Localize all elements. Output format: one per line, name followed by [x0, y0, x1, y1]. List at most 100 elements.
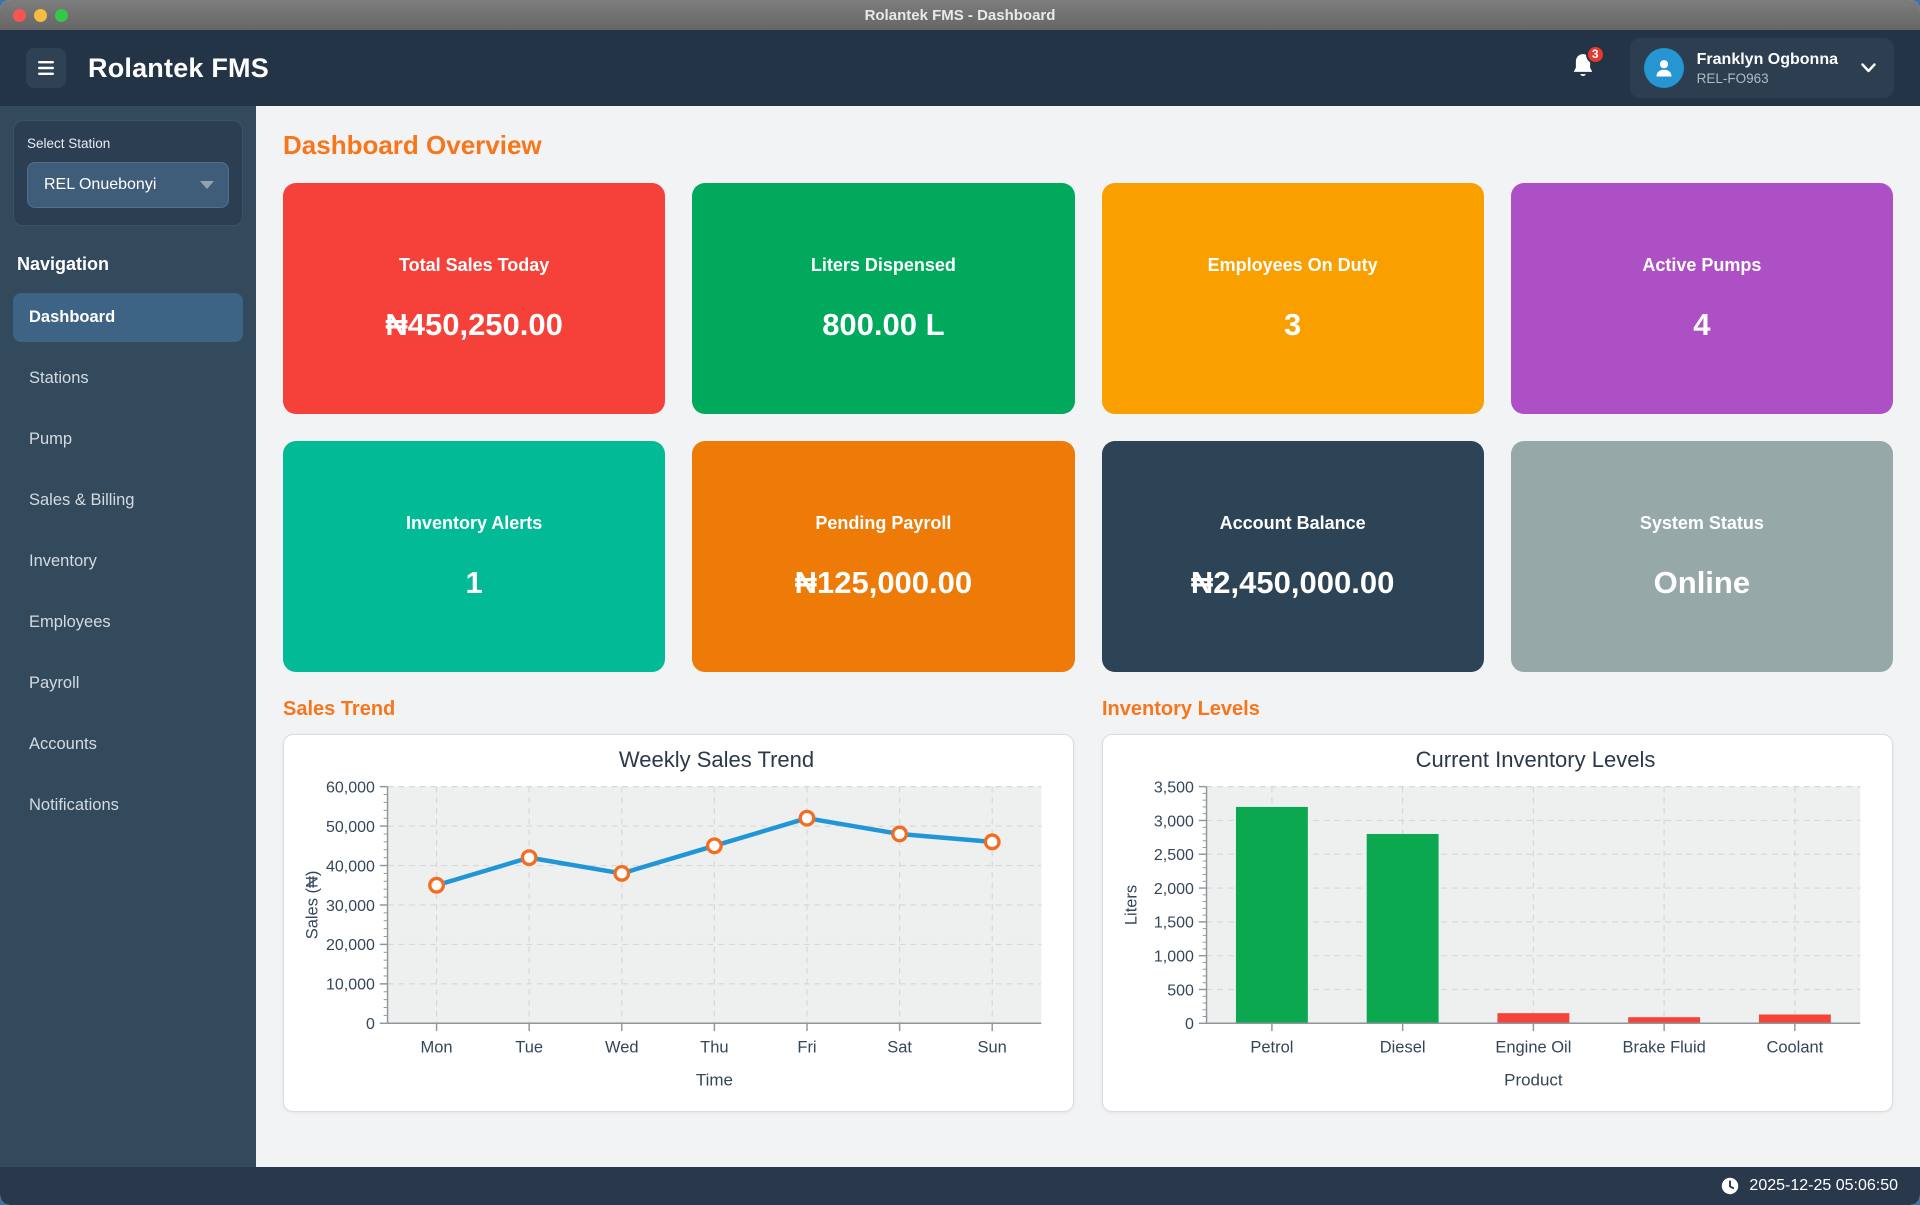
- sidebar-item-stations[interactable]: Stations: [13, 354, 243, 403]
- svg-text:Engine Oil: Engine Oil: [1495, 1038, 1571, 1056]
- svg-text:3,500: 3,500: [1154, 779, 1194, 796]
- svg-text:Fri: Fri: [797, 1038, 816, 1056]
- stat-card-value: 800.00 L: [822, 307, 944, 343]
- svg-text:50,000: 50,000: [326, 819, 375, 836]
- stat-card-title: Account Balance: [1220, 513, 1366, 534]
- person-icon: [1653, 57, 1675, 79]
- hamburger-icon: [38, 61, 54, 75]
- sidebar: Select Station REL Onuebonyi Navigation …: [0, 106, 256, 1167]
- svg-text:60,000: 60,000: [326, 779, 375, 796]
- stat-card-value: Online: [1654, 565, 1750, 601]
- svg-text:500: 500: [1167, 982, 1194, 999]
- clock-icon: [1721, 1177, 1739, 1195]
- status-timestamp: 2025-12-25 05:06:50: [1749, 1177, 1898, 1195]
- station-select[interactable]: REL Onuebonyi: [27, 162, 229, 208]
- stat-card-pending-payroll: Pending Payroll₦125,000.00: [692, 441, 1074, 672]
- app-window: Rolantek FMS - Dashboard Rolantek FMS 3: [0, 0, 1920, 1205]
- user-menu[interactable]: Franklyn Ogbonna REL-FO963: [1630, 38, 1894, 98]
- sidebar-item-accounts[interactable]: Accounts: [13, 720, 243, 769]
- svg-text:2,000: 2,000: [1154, 881, 1194, 898]
- svg-text:1,000: 1,000: [1154, 948, 1194, 965]
- nav-heading: Navigation: [17, 254, 239, 275]
- svg-text:Thu: Thu: [700, 1038, 728, 1056]
- stat-card-value: ₦2,450,000.00: [1191, 565, 1394, 601]
- svg-text:30,000: 30,000: [326, 898, 375, 915]
- nav-list: Dashboard Stations Pump Sales & Billing Inve…: [13, 293, 243, 830]
- stat-card-total-sales-today: Total Sales Today ₦450,250.00: [283, 183, 665, 414]
- menu-toggle-button[interactable]: [26, 48, 66, 88]
- current-inventory-levels-svg: 05001,0001,5002,0002,5003,0003,500Petrol…: [1103, 775, 1892, 1097]
- sales-chart-title: Weekly Sales Trend: [284, 747, 1073, 773]
- svg-text:Diesel: Diesel: [1380, 1038, 1426, 1056]
- svg-text:Time: Time: [696, 1070, 733, 1089]
- dropdown-caret-icon: [200, 181, 214, 189]
- titlebar: Rolantek FMS - Dashboard: [0, 0, 1920, 30]
- inventory-levels-chart: 05001,0001,5002,0002,5003,0003,500Petrol…: [1103, 775, 1892, 1102]
- stat-card-title: Active Pumps: [1642, 255, 1761, 276]
- station-select-value: REL Onuebonyi: [44, 176, 156, 194]
- svg-text:10,000: 10,000: [326, 977, 375, 994]
- avatar: [1644, 48, 1684, 88]
- station-panel: Select Station REL Onuebonyi: [13, 120, 243, 226]
- svg-text:Coolant: Coolant: [1766, 1038, 1823, 1056]
- status-bar: 2025-12-25 05:06:50: [0, 1167, 1920, 1205]
- stat-card-title: Inventory Alerts: [406, 513, 542, 534]
- inventory-chart-title: Current Inventory Levels: [1103, 747, 1892, 773]
- stat-card-title: Employees On Duty: [1208, 255, 1378, 276]
- stat-card-value: ₦450,250.00: [385, 307, 563, 343]
- stat-card-title: Pending Payroll: [815, 513, 951, 534]
- weekly-sales-trend-svg: 010,00020,00030,00040,00050,00060,000Mon…: [284, 775, 1073, 1097]
- stat-card-value: 4: [1693, 307, 1710, 343]
- svg-text:2,500: 2,500: [1154, 847, 1194, 864]
- sales-trend-chart-card: Weekly Sales Trend 010,00020,00030,00040…: [283, 734, 1074, 1112]
- window-controls: [13, 0, 68, 30]
- app-title: Rolantek FMS: [88, 53, 269, 84]
- user-name: Franklyn Ogbonna: [1697, 50, 1838, 71]
- stat-card-title: Total Sales Today: [399, 255, 549, 276]
- svg-text:Sun: Sun: [978, 1038, 1007, 1056]
- svg-text:Sales (₦): Sales (₦): [304, 871, 322, 940]
- svg-text:Petrol: Petrol: [1250, 1038, 1293, 1056]
- inventory-levels-chart-card: Current Inventory Levels 0 500 1,000 1,500 2…: [1102, 734, 1893, 1112]
- main-content: Dashboard Overview Total Sales Today ₦450…: [256, 106, 1920, 1167]
- stat-cards-grid: Total Sales Today ₦450,250.00 Liters Dispe…: [283, 183, 1893, 672]
- zoom-window-button[interactable]: [55, 9, 68, 22]
- stat-card-value: 3: [1284, 307, 1301, 343]
- sidebar-item-inventory[interactable]: Inventory: [13, 537, 243, 586]
- notification-badge: 3: [1586, 45, 1605, 64]
- svg-text:0: 0: [1185, 1016, 1194, 1033]
- sales-section-heading: Sales Trend: [283, 698, 1074, 721]
- stat-card-active-pumps: Active Pumps 4: [1511, 183, 1893, 414]
- svg-text:1,500: 1,500: [1154, 915, 1194, 932]
- sidebar-item-notifications[interactable]: Notifications: [13, 781, 243, 830]
- svg-text:Mon: Mon: [421, 1038, 453, 1056]
- svg-text:Sat: Sat: [887, 1038, 912, 1056]
- sidebar-item-sales-billing[interactable]: Sales & Billing: [13, 476, 243, 525]
- inventory-section-heading: Inventory Levels: [1102, 698, 1893, 721]
- app-header: Rolantek FMS 3 Franklyn Ogbonna REL-FO96…: [0, 30, 1920, 106]
- stat-card-account-balance: Account Balance ₦2,450,000.00: [1102, 441, 1484, 672]
- svg-text:0: 0: [366, 1016, 375, 1033]
- close-window-button[interactable]: [13, 9, 26, 22]
- user-id: REL-FO963: [1697, 71, 1838, 86]
- stat-card-system-status: System StatusOnline: [1511, 441, 1893, 672]
- svg-text:Liters: Liters: [1123, 885, 1141, 925]
- svg-text:Brake Fluid: Brake Fluid: [1622, 1038, 1705, 1056]
- stat-card-liters-dispensed: Liters Dispensed800.00 L: [692, 183, 1074, 414]
- svg-text:Product: Product: [1504, 1070, 1563, 1089]
- stat-card-inventory-alerts: Inventory Alerts1: [283, 441, 665, 672]
- sales-trend-chart: 010,00020,00030,00040,00050,00060,000Mon…: [284, 775, 1073, 1102]
- svg-text:Tue: Tue: [515, 1038, 543, 1056]
- window-title: Rolantek FMS - Dashboard: [865, 7, 1056, 24]
- svg-text:20,000: 20,000: [326, 937, 375, 954]
- sidebar-item-pump[interactable]: Pump: [13, 415, 243, 464]
- chevron-down-icon: [1861, 63, 1876, 73]
- page-title: Dashboard Overview: [283, 130, 1893, 161]
- sidebar-item-employees[interactable]: Employees: [13, 598, 243, 647]
- sidebar-item-payroll[interactable]: Payroll: [13, 659, 243, 708]
- sidebar-item-dashboard[interactable]: Dashboard: [13, 293, 243, 342]
- stat-card-employees-on-duty: Employees On Duty 3: [1102, 183, 1484, 414]
- minimize-window-button[interactable]: [34, 9, 47, 22]
- notifications-button[interactable]: 3: [1570, 52, 1596, 85]
- svg-text:Wed: Wed: [605, 1038, 639, 1056]
